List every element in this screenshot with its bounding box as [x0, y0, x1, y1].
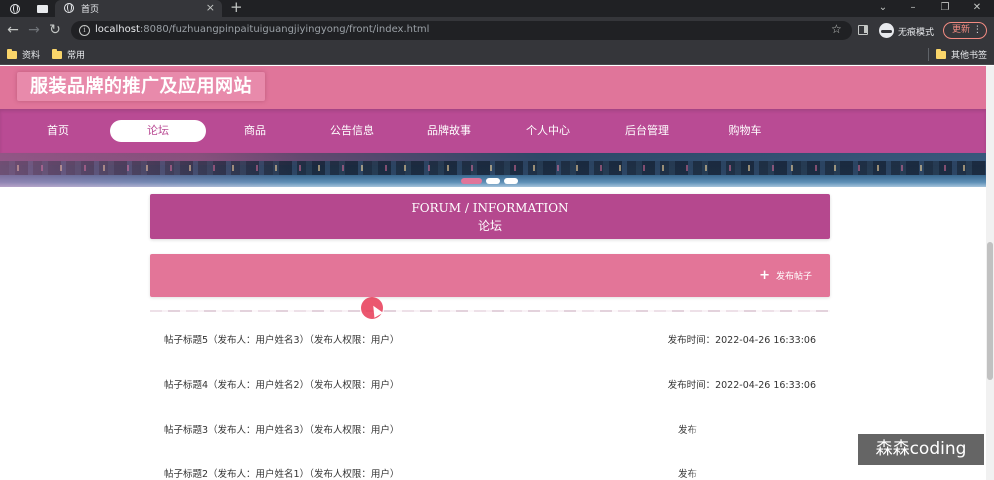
- side-panel-icon[interactable]: [858, 25, 868, 35]
- watermark: 森森coding: [858, 434, 984, 465]
- post-row[interactable]: 帖子标题5（发布人：用户姓名3）（发布人权限：用户） 发布时间：2022-04-…: [150, 320, 830, 360]
- back-icon[interactable]: ←: [4, 21, 22, 39]
- restore-icon[interactable]: ❐: [930, 0, 960, 17]
- nav-personal-center[interactable]: 个人中心: [500, 120, 596, 142]
- post-title[interactable]: 帖子标题5（发布人：用户姓名3）（发布人权限：用户）: [164, 332, 399, 346]
- nav-home[interactable]: 首页: [10, 120, 106, 142]
- forum-heading-en: FORUM / INFORMATION: [411, 201, 569, 215]
- plus-icon: +: [759, 267, 770, 283]
- scrollbar-thumb[interactable]: [987, 242, 993, 380]
- site-header: 服装品牌的推广及应用网站: [0, 66, 986, 109]
- main-nav: 首页 论坛 商品 公告信息 品牌故事 个人中心 后台管理 购物车: [0, 109, 986, 153]
- url-text: localhost:8080/fuzhuangpinpaituiguangjiy…: [95, 24, 430, 35]
- nav-admin[interactable]: 后台管理: [599, 120, 695, 142]
- bookmark-star-icon[interactable]: ☆: [831, 22, 842, 36]
- post-time: 发布时间：2022-04-26 16:33:06: [667, 380, 816, 391]
- bookmark-folder-ziliao[interactable]: 资料: [7, 48, 40, 61]
- blurred-overlay: [695, 396, 840, 480]
- folder-icon: [52, 48, 62, 59]
- forum-heading-cn: 论坛: [477, 219, 502, 233]
- folder-icon: [7, 48, 17, 59]
- tab-window-icon[interactable]: [31, 1, 53, 16]
- forward-icon[interactable]: →: [25, 21, 43, 39]
- bookmark-folder-changyong[interactable]: 常用: [52, 48, 85, 61]
- bookmarks-bar: 资料 常用 其他书签: [0, 44, 994, 65]
- new-tab-icon[interactable]: +: [230, 0, 243, 16]
- tab-globe-icon[interactable]: [4, 1, 26, 16]
- list-divider: [150, 310, 830, 312]
- carousel-dot-1[interactable]: [461, 178, 482, 184]
- publish-post-label: 发布帖子: [775, 272, 812, 282]
- browser-tab-strip: 首页 × + ⌄ – ❐ ✕: [0, 0, 994, 17]
- post-action-bar: + 发布帖子: [150, 254, 830, 297]
- carousel-indicators: [461, 178, 518, 184]
- minimize-icon[interactable]: –: [898, 0, 928, 17]
- active-tab[interactable]: 首页 ×: [55, 0, 222, 17]
- carousel-dot-2[interactable]: [486, 178, 500, 184]
- post-title[interactable]: 帖子标题3（发布人：用户姓名3）（发布人权限：用户）: [164, 422, 399, 436]
- tab-close-icon[interactable]: ×: [206, 1, 215, 14]
- site-info-icon[interactable]: i: [79, 25, 90, 36]
- address-bar[interactable]: i localhost:8080/fuzhuangpinpaituiguangj…: [71, 21, 852, 40]
- post-title[interactable]: 帖子标题2（发布人：用户姓名1）（发布人权限：用户）: [164, 466, 399, 480]
- folder-icon: [936, 48, 946, 59]
- globe-icon: [64, 3, 74, 13]
- close-window-icon[interactable]: ✕: [962, 0, 992, 17]
- tab-title: 首页: [81, 5, 100, 15]
- carousel-dot-3[interactable]: [504, 178, 518, 184]
- forum-heading: FORUM / INFORMATION 论坛: [150, 194, 830, 239]
- reload-icon[interactable]: ↻: [46, 21, 64, 39]
- bookmarks-separator: [928, 48, 929, 61]
- other-bookmarks[interactable]: 其他书签: [936, 48, 987, 61]
- page-viewport: 服装品牌的推广及应用网站 首页 论坛 商品 公告信息 品牌故事 个人中心 后台管…: [0, 66, 994, 480]
- chevron-down-icon[interactable]: ⌄: [868, 0, 898, 17]
- browser-toolbar: ← → ↻ i localhost:8080/fuzhuangpinpaitui…: [0, 17, 994, 44]
- nav-brand-story[interactable]: 品牌故事: [401, 120, 497, 142]
- nav-announcements[interactable]: 公告信息: [304, 120, 400, 142]
- incognito-label: 无痕模式: [898, 28, 935, 38]
- update-button[interactable]: 更新 ⋮: [943, 22, 987, 39]
- publish-post-button[interactable]: + 发布帖子: [759, 267, 812, 283]
- nav-products[interactable]: 商品: [207, 120, 303, 142]
- nav-forum[interactable]: 论坛: [110, 120, 206, 142]
- incognito-icon[interactable]: [879, 23, 894, 38]
- page-scrollbar[interactable]: [986, 66, 994, 480]
- post-time: 发布时间：2022-04-26 16:33:06: [667, 335, 816, 346]
- site-title: 服装品牌的推广及应用网站: [17, 72, 265, 101]
- nav-cart[interactable]: 购物车: [697, 120, 793, 142]
- post-title[interactable]: 帖子标题4（发布人：用户姓名2）（发布人权限：用户）: [164, 377, 399, 391]
